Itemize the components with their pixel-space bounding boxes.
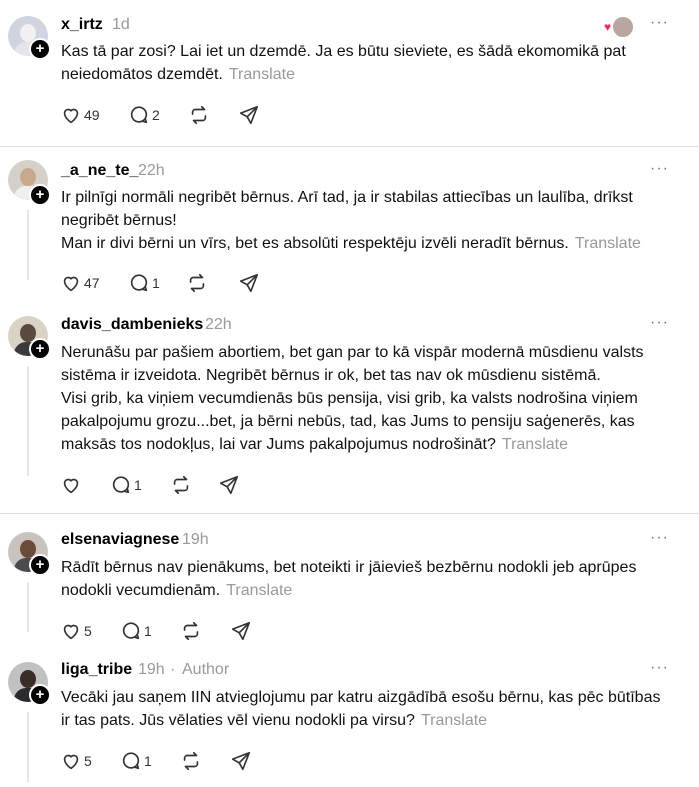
thread-line — [27, 366, 29, 476]
post-body: Vecāki jau saņem IIN atvieglojumu par ka… — [61, 689, 661, 729]
timestamp: 19h — [138, 661, 165, 678]
repost-icon — [183, 621, 199, 641]
divider — [0, 146, 699, 147]
translate-link[interactable]: Translate — [229, 66, 295, 83]
reply-count: 2 — [152, 107, 160, 123]
reply-count: 1 — [144, 753, 152, 769]
post-body-line: Man ir divi bērni un vīrs, bet es absolū… — [61, 235, 569, 252]
reaction-avatar — [612, 16, 634, 38]
repost-icon — [189, 273, 205, 293]
post-body-line: Ir pilnīgi normāli negribēt bērnus. Arī … — [61, 189, 633, 229]
send-icon — [239, 273, 259, 293]
like-count: 5 — [84, 623, 92, 639]
like-count: 5 — [84, 753, 92, 769]
post-text: Rādīt bērnus nav pienākums, bet noteikti… — [61, 556, 681, 602]
translate-link[interactable]: Translate — [226, 582, 292, 599]
username[interactable]: davis_dambenieks — [61, 316, 203, 334]
more-options-icon[interactable]: ··· — [650, 659, 669, 677]
timestamp: 22h — [138, 162, 165, 179]
follow-plus-icon[interactable]: + — [29, 184, 51, 206]
post-text: Ir pilnīgi normāli negribēt bērnus. Arī … — [61, 186, 686, 255]
author-separator: · — [170, 661, 176, 678]
reply-icon — [112, 476, 130, 494]
send-icon — [239, 105, 259, 125]
thread-line — [27, 712, 29, 782]
divider — [0, 513, 699, 514]
translate-link[interactable]: Translate — [575, 235, 641, 252]
post-text: Kas tā par zosi? Lai iet un dzemdē. Ja e… — [61, 40, 681, 86]
reply-icon — [130, 274, 148, 292]
post-text: Vecāki jau saņem IIN atvieglojumu par ka… — [61, 686, 661, 732]
heart-icon — [63, 108, 79, 124]
author-label: Author — [182, 661, 230, 678]
like-count: 47 — [84, 275, 100, 291]
reply-count: 1 — [152, 275, 160, 291]
more-options-icon[interactable]: ··· — [650, 160, 669, 178]
more-options-icon[interactable]: ··· — [650, 14, 669, 32]
heart-icon — [63, 624, 79, 640]
heart-icon — [63, 478, 79, 494]
thread-line — [27, 210, 29, 280]
thread-line — [27, 582, 29, 632]
follow-plus-icon[interactable]: + — [29, 684, 51, 706]
repost-icon — [183, 751, 199, 771]
username[interactable]: elsenaviagnese — [61, 531, 179, 549]
more-options-icon[interactable]: ··· — [650, 314, 669, 332]
username[interactable]: x_irtz — [61, 16, 103, 34]
repost-icon — [173, 475, 189, 495]
post-body-line: Nerunāšu par pašiem abortiem, bet gan pa… — [61, 344, 644, 384]
reply-icon — [122, 622, 140, 640]
send-icon — [231, 751, 251, 771]
username[interactable]: liga_tribe — [61, 661, 132, 679]
reply-count: 1 — [134, 477, 142, 493]
timestamp: 22h — [205, 316, 232, 333]
translate-link[interactable]: Translate — [421, 712, 487, 729]
post-text: Nerunāšu par pašiem abortiem, bet gan pa… — [61, 341, 681, 456]
follow-plus-icon[interactable]: + — [29, 338, 51, 360]
translate-link[interactable]: Translate — [502, 436, 568, 453]
reply-count: 1 — [144, 623, 152, 639]
post-body: Rādīt bērnus nav pienākums, bet noteikti… — [61, 559, 637, 599]
timestamp: 19h — [182, 531, 209, 548]
send-icon — [231, 621, 251, 641]
more-options-icon[interactable]: ··· — [650, 529, 669, 547]
reply-icon — [122, 752, 140, 770]
send-icon — [219, 475, 239, 495]
repost-icon — [191, 105, 207, 125]
follow-plus-icon[interactable]: + — [29, 38, 51, 60]
timestamp: 1d — [112, 16, 130, 33]
username[interactable]: _a_ne_te_ — [61, 162, 138, 180]
like-count: 49 — [84, 107, 100, 123]
heart-icon — [63, 276, 79, 292]
follow-plus-icon[interactable]: + — [29, 554, 51, 576]
heart-reaction-icon: ♥ — [604, 20, 612, 34]
heart-icon — [63, 754, 79, 770]
reply-icon — [130, 106, 148, 124]
post-body: Kas tā par zosi? Lai iet un dzemdē. Ja e… — [61, 43, 626, 83]
